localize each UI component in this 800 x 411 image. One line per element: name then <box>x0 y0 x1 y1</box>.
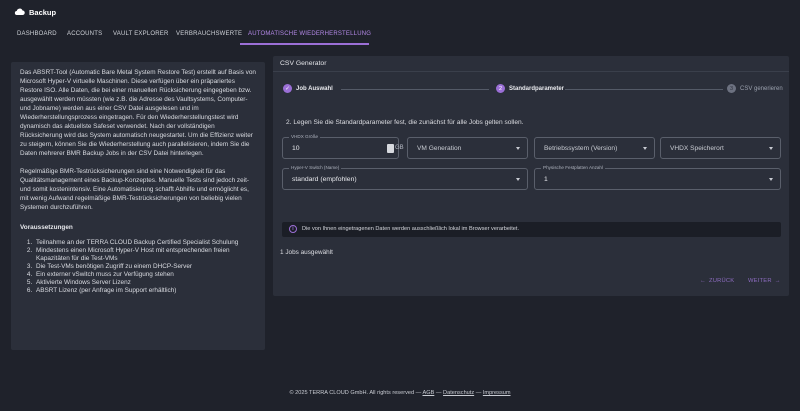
tab-automatische-wiederherstellung[interactable]: AUTOMATISCHE WIEDERHERSTELLUNG <box>248 31 371 37</box>
copyright-text: © 2025 TERRA CLOUD GmbH. All rights rese… <box>289 390 422 396</box>
disk-count-select[interactable]: Physische Festplatten Anzahl 1 <box>534 165 781 190</box>
info-paragraph-quality: Regelmäßige BMR-Testrücksicherungen sind… <box>20 168 250 211</box>
list-item: Aktivierte Windows Server Lizenz <box>34 279 256 287</box>
chevron-down-icon <box>643 147 647 150</box>
jobs-selected-count: 1 Jobs ausgewählt <box>280 249 333 256</box>
panel-divider <box>273 71 789 72</box>
field-label: VHDX Größe <box>289 134 321 140</box>
top-bar: Backup <box>0 0 800 26</box>
csv-generator-panel: CSV Generator ✓ Job Auswahl 2 Standardpa… <box>273 56 789 296</box>
main-tabs: DASHBOARD ACCOUNTS VAULT EXPLORER VERBRA… <box>0 26 800 45</box>
list-item: Die Test-VMs benötigen Zugriff zu einem … <box>34 263 256 271</box>
csv-generator-title: CSV Generator <box>280 60 327 67</box>
step-label: Job Auswahl <box>296 85 333 92</box>
cloud-icon <box>14 7 25 18</box>
step-label: CSV generieren <box>740 85 783 92</box>
chevron-down-icon <box>516 147 520 150</box>
tab-accounts[interactable]: ACCOUNTS <box>67 31 102 37</box>
check-icon: ✓ <box>283 84 292 93</box>
info-panel: Das ABSRT-Tool (Automatic Bare Metal Sys… <box>11 62 265 350</box>
vswitch-select[interactable]: Hyper-V Switch (Name) standard (empfohle… <box>282 165 528 190</box>
step-label: Standardparameter <box>509 85 565 92</box>
select-placeholder: VHDX Speicherort <box>670 145 724 152</box>
next-button[interactable]: WEITER → <box>748 278 781 284</box>
active-tab-indicator <box>240 43 369 45</box>
step-standardparameter[interactable]: 2 Standardparameter <box>496 84 564 93</box>
back-button[interactable]: ← ZURÜCK <box>700 278 734 284</box>
brand[interactable]: Backup <box>14 7 56 18</box>
step-connector <box>341 89 489 90</box>
list-item: Ein externer vSwitch muss zur Verfügung … <box>34 271 256 279</box>
vhdx-size-input[interactable]: VHDX Größe 10 GB <box>282 134 404 159</box>
field-value: standard (empfohlen) <box>292 176 357 183</box>
field-label: Hyper-V Switch (Name) <box>289 165 342 171</box>
footer-separator: — <box>435 390 442 396</box>
select-placeholder: VM Generation <box>417 145 462 152</box>
chevron-down-icon <box>516 178 520 181</box>
field-value: 1 <box>544 176 548 183</box>
info-paragraph-intro: Das ABSRT-Tool (Automatic Bare Metal Sys… <box>20 69 256 157</box>
step-csv-generieren[interactable]: 3 CSV generieren <box>727 84 783 93</box>
chevron-down-icon <box>769 147 773 150</box>
field-label: Physische Festplatten Anzahl <box>541 165 606 171</box>
tab-dashboard[interactable]: DASHBOARD <box>17 31 57 37</box>
select-placeholder: Betriebssystem (Version) <box>544 145 618 152</box>
info-icon: i <box>289 225 297 233</box>
arrow-left-icon: ← <box>700 278 706 284</box>
number-stepper[interactable] <box>387 144 394 153</box>
notice-text: Die von Ihnen eingetragenen Daten werden… <box>302 226 520 232</box>
os-version-select[interactable]: Betriebssystem (Version) <box>534 137 655 159</box>
requirements-list: Teilnahme an der TERRA CLOUD Backup Cert… <box>34 239 256 295</box>
impressum-link[interactable]: Impressum <box>483 390 511 396</box>
list-item: ABSRT Lizenz (per Anfrage im Support erh… <box>34 287 256 295</box>
requirements-title: Voraussetzungen <box>20 224 73 231</box>
back-button-label: ZURÜCK <box>709 278 735 284</box>
chevron-down-icon <box>769 178 773 181</box>
vm-generation-select[interactable]: VM Generation <box>407 137 528 159</box>
tab-verbrauchswerte[interactable]: VERBRAUCHSWERTE <box>176 31 242 37</box>
tab-vault-explorer[interactable]: VAULT EXPLORER <box>113 31 169 37</box>
unit-label: GB <box>395 145 404 151</box>
step-number: 3 <box>727 84 736 93</box>
footer-separator: — <box>475 390 482 396</box>
field-value: 10 <box>292 145 300 152</box>
step-connector <box>565 89 723 90</box>
privacy-notice: i Die von Ihnen eingetragenen Daten werd… <box>282 222 781 237</box>
vhdx-location-select[interactable]: VHDX Speicherort <box>660 137 781 159</box>
datenschutz-link[interactable]: Datenschutz <box>443 390 474 396</box>
arrow-right-icon: → <box>774 278 781 284</box>
list-item: Teilnahme an der TERRA CLOUD Backup Cert… <box>34 239 256 247</box>
next-button-label: WEITER <box>748 278 772 284</box>
app-title: Backup <box>29 8 57 17</box>
footer: © 2025 TERRA CLOUD GmbH. All rights rese… <box>0 390 800 396</box>
agb-link[interactable]: AGB <box>423 390 435 396</box>
step-number: 2 <box>496 84 505 93</box>
list-item: Mindestens einen Microsoft Hyper-V Host … <box>34 247 256 263</box>
step-job-auswahl[interactable]: ✓ Job Auswahl <box>283 84 333 93</box>
step-instruction: 2. Legen Sie die Standardparameter fest,… <box>286 119 524 126</box>
